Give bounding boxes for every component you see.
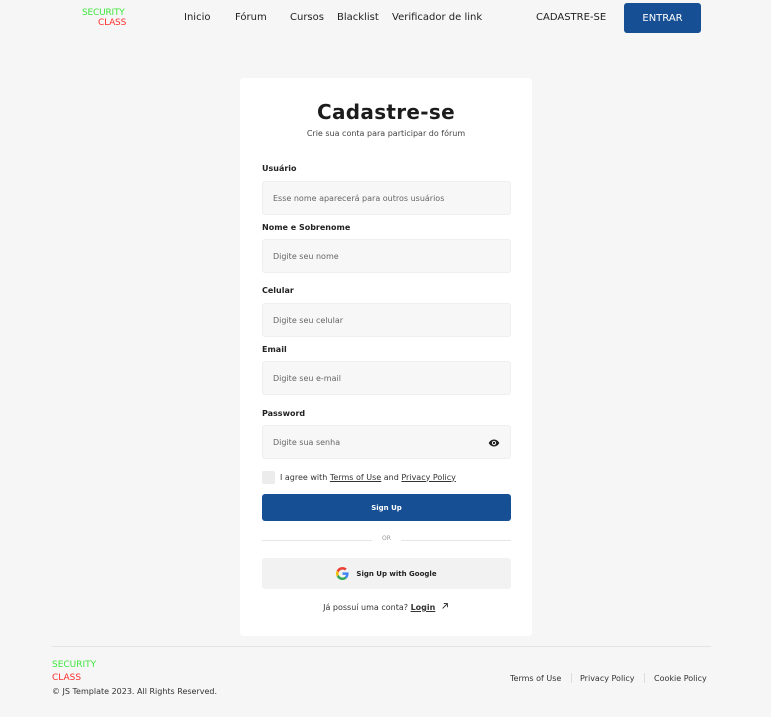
footer-logo[interactable]: SECURITY CLASS	[52, 659, 96, 685]
arrow-up-right-icon[interactable]	[441, 602, 449, 610]
cadastre-se-link[interactable]: CADASTRE-SE	[536, 12, 606, 23]
logo[interactable]: SECURITY CLASS	[82, 8, 126, 28]
username-input[interactable]: Esse nome aparecerá para outros usuários	[262, 181, 511, 215]
page-subtitle: Crie sua conta para participar do fórum	[306, 129, 466, 138]
footer-separator	[571, 673, 572, 683]
password-label: Password	[262, 409, 306, 418]
footer-logo-line-2: CLASS	[52, 673, 82, 683]
footer-divider	[52, 646, 711, 647]
google-sign-up-button[interactable]: Sign Up with Google	[262, 558, 511, 589]
phone-input[interactable]: Digite seu celular	[262, 303, 511, 337]
have-account-text: Já possuí uma conta?	[323, 603, 409, 612]
email-input[interactable]: Digite seu e-mail	[262, 361, 511, 395]
phone-label: Celular	[262, 286, 294, 295]
nav-inicio[interactable]: Inicio	[184, 12, 210, 23]
privacy-policy-link[interactable]: Privacy Policy	[401, 473, 456, 482]
or-text: OR	[382, 535, 391, 542]
google-icon	[336, 567, 349, 580]
login-link[interactable]: Login	[411, 603, 436, 612]
agree-prefix: I agree with	[280, 472, 328, 482]
password-input[interactable]: Digite sua senha	[262, 425, 511, 459]
copyright: © JS Template 2023. All Rights Reserved.	[52, 687, 218, 696]
logo-line-2: CLASS	[98, 18, 127, 28]
footer-terms-link[interactable]: Terms of Use	[510, 674, 561, 683]
signup-card: Cadastre-se Crie sua conta para particip…	[240, 78, 532, 636]
footer-cookie-link[interactable]: Cookie Policy	[654, 674, 707, 683]
page-title: Cadastre-se	[317, 100, 455, 124]
footer-logo-line-1: SECURITY	[52, 660, 97, 670]
logo-line-1: SECURITY	[82, 8, 125, 18]
username-label: Usuário	[262, 164, 297, 173]
terms-checkbox[interactable]	[262, 470, 275, 484]
top-navbar: SECURITY CLASS Inicio Fórum Cursos Black…	[0, 0, 771, 38]
agree-and: and	[383, 472, 399, 482]
footer-separator	[644, 673, 645, 683]
fullname-label: Nome e Sobrenome	[262, 223, 351, 232]
or-divider: OR	[262, 535, 511, 545]
email-label: Email	[262, 345, 287, 354]
terms-agreement: I agree with Terms of Use and Privacy Po…	[262, 470, 456, 484]
password-placeholder: Digite sua senha	[273, 437, 341, 447]
have-account-row: Já possuí uma conta? Login	[240, 602, 532, 612]
nav-verificador-de-link[interactable]: Verificador de link	[392, 12, 482, 23]
google-button-label: Sign Up with Google	[356, 569, 437, 578]
eye-icon[interactable]	[488, 437, 500, 449]
sign-up-button[interactable]: Sign Up	[262, 494, 511, 521]
entrar-button[interactable]: ENTRAR	[624, 3, 701, 33]
fullname-input[interactable]: Digite seu nome	[262, 239, 511, 273]
terms-of-use-link[interactable]: Terms of Use	[330, 473, 381, 482]
nav-blacklist[interactable]: Blacklist	[337, 12, 379, 23]
nav-forum[interactable]: Fórum	[235, 12, 267, 23]
nav-cursos[interactable]: Cursos	[290, 12, 324, 23]
footer-privacy-link[interactable]: Privacy Policy	[580, 674, 635, 683]
